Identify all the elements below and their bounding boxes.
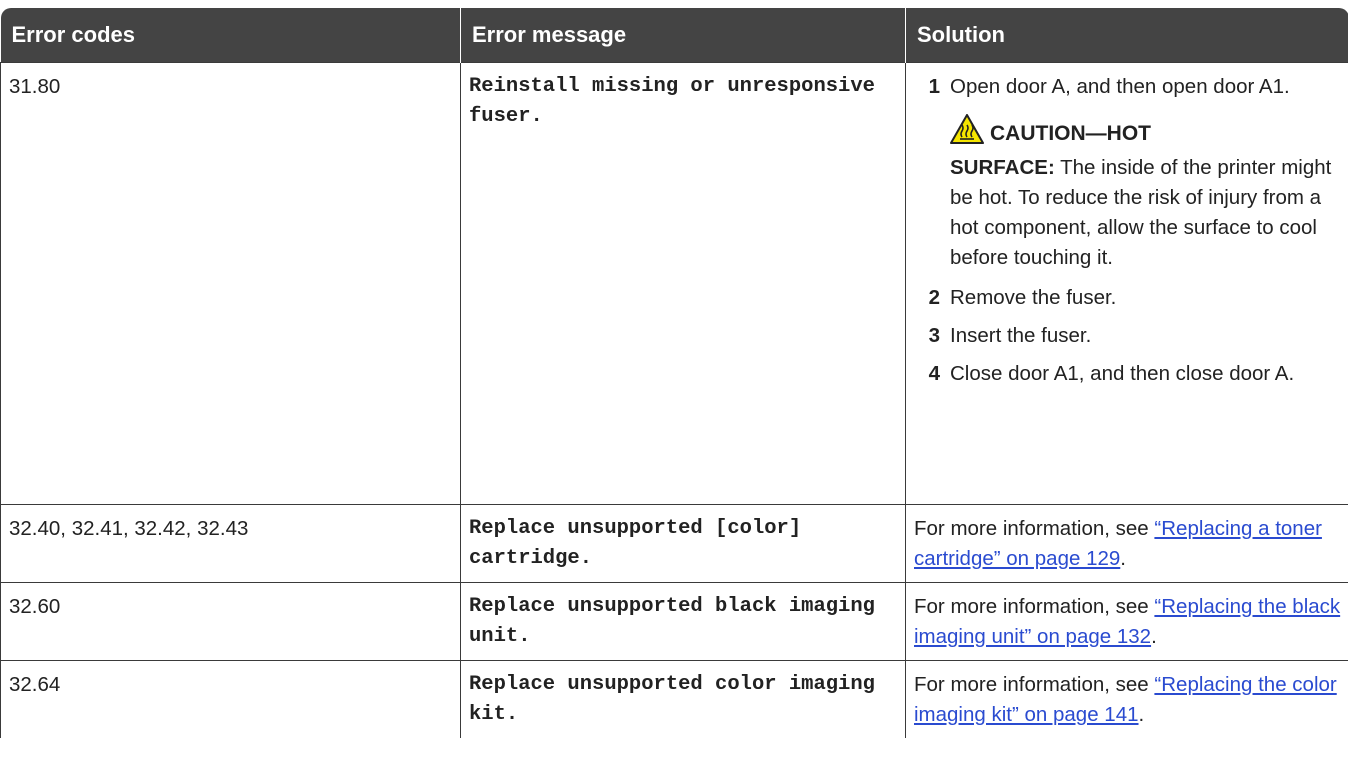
- solution-prefix-text: For more information, see: [914, 595, 1155, 618]
- hot-surface-warning-icon: [950, 114, 984, 153]
- error-message-cell: Replace unsupported [color] cartridge.: [460, 504, 906, 583]
- header-solution: Solution: [905, 8, 1348, 63]
- caution-body: SURFACE: The inside of the printer might…: [950, 153, 1345, 273]
- solution-cell: For more information, see “Replacing the…: [905, 660, 1348, 738]
- header-error-codes: Error codes: [0, 8, 461, 63]
- solution-step: 3 Insert the fuser.: [914, 321, 1345, 351]
- solution-prefix-text: For more information, see: [914, 673, 1155, 696]
- error-code-cell: 31.80: [0, 62, 461, 505]
- error-code-cell: 32.64: [0, 660, 461, 738]
- step-text: Close door A1, and then close door A.: [950, 362, 1295, 385]
- caution-label: SURFACE:: [950, 156, 1055, 179]
- header-error-message: Error message: [460, 8, 906, 63]
- step-text: Remove the fuser.: [950, 286, 1117, 309]
- step-number: 4: [928, 362, 940, 385]
- caution-note: CAUTION—HOT SURFACE: The inside of the p…: [950, 114, 1345, 273]
- solution-cell: For more information, see “Replacing the…: [905, 582, 1348, 661]
- step-number: 3: [928, 324, 940, 347]
- caution-title: CAUTION—HOT: [990, 122, 1151, 145]
- error-message-cell: Replace unsupported black imaging unit.: [460, 582, 906, 661]
- solution-cell: 1 Open door A, and then open door A1. CA…: [905, 62, 1348, 505]
- error-code-cell: 32.40, 32.41, 32.42, 32.43: [0, 504, 461, 583]
- solution-step: 4 Close door A1, and then close door A.: [914, 359, 1345, 389]
- caution-heading: CAUTION—HOT: [950, 114, 1345, 153]
- solution-step: 1 Open door A, and then open door A1.: [914, 72, 1345, 102]
- step-number: 1: [928, 75, 940, 98]
- solution-prefix-text: For more information, see: [914, 517, 1155, 540]
- error-codes-table: Error codes Error message Solution 31.80…: [0, 8, 1348, 738]
- step-text: Insert the fuser.: [950, 324, 1092, 347]
- solution-step: 2 Remove the fuser.: [914, 283, 1345, 313]
- solution-cell: For more information, see “Replacing a t…: [905, 504, 1348, 583]
- error-message-cell: Reinstall missing or unresponsive fuser.: [460, 62, 906, 505]
- table-row: 32.60 Replace unsupported black imaging …: [0, 582, 1348, 661]
- table-row: 32.64 Replace unsupported color imaging …: [0, 660, 1348, 738]
- solution-suffix-text: .: [1138, 703, 1145, 726]
- table-row: 32.40, 32.41, 32.42, 32.43 Replace unsup…: [0, 504, 1348, 583]
- error-codes-table-container: Error codes Error message Solution 31.80…: [0, 8, 1348, 738]
- table-row: 31.80 Reinstall missing or unresponsive …: [0, 62, 1348, 505]
- step-text: Open door A, and then open door A1.: [950, 75, 1290, 98]
- solution-suffix-text: .: [1120, 547, 1126, 570]
- error-message-cell: Replace unsupported color imaging kit.: [460, 660, 906, 738]
- step-number: 2: [928, 286, 940, 309]
- error-code-cell: 32.60: [0, 582, 461, 661]
- solution-suffix-text: .: [1151, 625, 1157, 648]
- table-header-row: Error codes Error message Solution: [0, 8, 1348, 63]
